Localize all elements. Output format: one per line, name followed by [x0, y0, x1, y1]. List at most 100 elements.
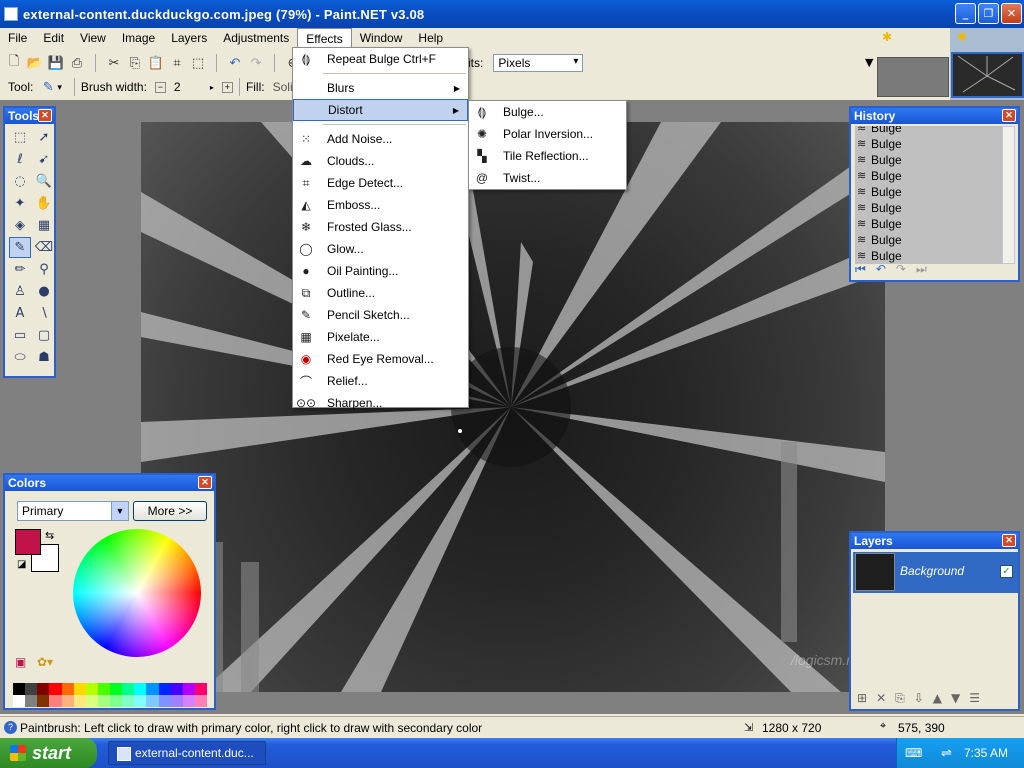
- menu-item-clouds[interactable]: ☁ Clouds...: [293, 150, 468, 172]
- keyboard-icon[interactable]: ⌨: [905, 746, 922, 760]
- pencil-tool-icon[interactable]: ✏: [9, 259, 31, 280]
- duplicate-layer-icon[interactable]: ⎘: [895, 691, 905, 706]
- paintbrush-tool-icon[interactable]: ✎: [9, 237, 31, 258]
- palette-swatch[interactable]: [170, 695, 183, 707]
- palette-swatch[interactable]: [49, 683, 62, 695]
- more-colors-button[interactable]: More >>: [133, 501, 207, 521]
- brush-width-input[interactable]: 2: [174, 80, 210, 94]
- close-icon[interactable]: ✕: [1002, 534, 1016, 547]
- text-tool-icon[interactable]: A: [9, 303, 31, 324]
- menu-window[interactable]: Window: [352, 28, 411, 48]
- deselect-icon[interactable]: ⬚: [189, 54, 207, 72]
- menu-image[interactable]: Image: [114, 28, 163, 48]
- delete-layer-icon[interactable]: ✕: [876, 691, 886, 706]
- palette-swatch[interactable]: [61, 683, 74, 695]
- menu-item-add-noise[interactable]: ⁙ Add Noise...: [293, 128, 468, 150]
- move-layer-up-icon[interactable]: ▲: [933, 691, 942, 706]
- palette-swatch[interactable]: [13, 683, 26, 695]
- paint-bucket-tool-icon[interactable]: ◈: [9, 215, 31, 236]
- menu-item-emboss[interactable]: ◭ Emboss...: [293, 194, 468, 216]
- history-item[interactable]: Bulge: [855, 136, 1005, 152]
- brush-width-increase-button[interactable]: +: [221, 81, 233, 93]
- palette-swatch[interactable]: [97, 683, 110, 695]
- palette-swatch[interactable]: [25, 683, 38, 695]
- menu-item-oil-painting[interactable]: ● Oil Painting...: [293, 260, 468, 282]
- rewind-icon[interactable]: ⏮: [855, 262, 866, 278]
- palette-swatch[interactable]: [194, 695, 207, 707]
- menu-item-blurs[interactable]: Blurs ▶: [293, 77, 468, 99]
- menu-file[interactable]: File: [0, 28, 35, 48]
- color-palette[interactable]: [13, 683, 207, 707]
- clone-stamp-tool-icon[interactable]: ♙: [9, 281, 31, 302]
- units-select[interactable]: Pixels: [493, 54, 584, 72]
- menu-item-tile-reflection[interactable]: ▚ Tile Reflection...: [469, 145, 626, 167]
- menu-item-distort[interactable]: Distort ▶: [293, 99, 468, 121]
- chevron-down-icon[interactable]: ▼: [111, 502, 128, 520]
- palette-swatch[interactable]: [85, 695, 98, 707]
- reset-colors-icon[interactable]: ◪: [17, 559, 26, 570]
- palette-swatch[interactable]: [37, 695, 50, 707]
- palette-swatch[interactable]: [61, 695, 74, 707]
- taskbar-window-button[interactable]: external-content.duc...: [108, 741, 266, 765]
- image-tab-thumbnail-active[interactable]: [951, 52, 1024, 98]
- palette-menu-icon[interactable]: ✿▾: [37, 655, 53, 669]
- menu-item-red-eye-removal[interactable]: ◉ Red Eye Removal...: [293, 348, 468, 370]
- history-item[interactable]: Bulge: [855, 152, 1005, 168]
- gradient-tool-icon[interactable]: ▦: [33, 215, 55, 236]
- layer-visibility-checkbox[interactable]: ✓: [1000, 565, 1013, 578]
- menu-item-pencil-sketch[interactable]: ✎ Pencil Sketch...: [293, 304, 468, 326]
- cut-icon[interactable]: ✂: [105, 54, 123, 72]
- palette-swatch[interactable]: [73, 683, 86, 695]
- history-scrollbar[interactable]: [1002, 126, 1015, 264]
- paste-icon[interactable]: 📋: [147, 54, 165, 72]
- tab-scroll-icon[interactable]: ▼: [865, 56, 873, 69]
- primary-color-swatch[interactable]: [15, 529, 41, 555]
- history-panel-header[interactable]: History ✕: [851, 108, 1018, 124]
- color-wheel[interactable]: [73, 529, 201, 657]
- move-selection-tool-icon[interactable]: ➚: [33, 127, 55, 148]
- palette-swatch[interactable]: [146, 695, 159, 707]
- brush-width-decrease-button[interactable]: −: [154, 81, 166, 93]
- menu-adjustments[interactable]: Adjustments: [215, 28, 297, 48]
- tools-panel-header[interactable]: Tools ✕: [5, 108, 54, 124]
- zoom-tool-icon[interactable]: 🔍: [33, 171, 55, 192]
- swap-colors-icon[interactable]: ⇆: [45, 529, 54, 542]
- maximize-button[interactable]: ❐: [978, 3, 999, 24]
- palette-swatch[interactable]: [25, 695, 38, 707]
- menu-item-outline[interactable]: ⧉ Outline...: [293, 282, 468, 304]
- move-layer-down-icon[interactable]: ▼: [951, 691, 960, 706]
- menu-item-polar-inversion[interactable]: ✺ Polar Inversion...: [469, 123, 626, 145]
- image-canvas[interactable]: /logicsm.net: [141, 122, 885, 692]
- palette-swatch[interactable]: [194, 683, 207, 695]
- image-tab-thumbnail[interactable]: [877, 57, 949, 97]
- layers-panel-header[interactable]: Layers ✕: [851, 533, 1018, 549]
- minimize-button[interactable]: _: [955, 3, 976, 24]
- menu-effects[interactable]: Effects: [297, 28, 352, 48]
- palette-swatch[interactable]: [122, 683, 135, 695]
- colors-panel-header[interactable]: Colors ✕: [5, 475, 214, 491]
- undo-icon[interactable]: ↶: [876, 262, 886, 278]
- add-layer-icon[interactable]: ⊞: [857, 691, 867, 706]
- redo-icon[interactable]: ↷: [247, 54, 265, 72]
- history-item[interactable]: Bulge: [855, 126, 1005, 136]
- save-icon[interactable]: 💾: [47, 54, 65, 72]
- start-button[interactable]: start: [0, 738, 97, 768]
- history-list[interactable]: BulgeBulgeBulgeBulgeBulgeBulgeBulgeBulge…: [855, 126, 1005, 264]
- pan-tool-icon[interactable]: ✋: [33, 193, 55, 214]
- rectangle-select-tool-icon[interactable]: ⬚: [9, 127, 31, 148]
- palette-swatch[interactable]: [73, 695, 86, 707]
- undo-icon[interactable]: ↶: [226, 54, 244, 72]
- palette-swatch[interactable]: [110, 683, 123, 695]
- crop-icon[interactable]: ⌗: [168, 54, 186, 72]
- lasso-select-tool-icon[interactable]: ℓ: [9, 149, 31, 170]
- layer-row[interactable]: Background ✓: [853, 552, 1018, 593]
- close-icon[interactable]: ✕: [38, 109, 52, 122]
- copy-icon[interactable]: ⎘: [126, 54, 144, 72]
- open-folder-icon[interactable]: 📂: [26, 54, 44, 72]
- magic-wand-tool-icon[interactable]: ✦: [9, 193, 31, 214]
- menu-item-glow[interactable]: ◯ Glow...: [293, 238, 468, 260]
- rectangle-tool-icon[interactable]: ▭: [9, 325, 31, 346]
- close-button[interactable]: ✕: [1001, 3, 1022, 24]
- palette-swatch[interactable]: [182, 695, 195, 707]
- eraser-tool-icon[interactable]: ⌫: [33, 237, 55, 258]
